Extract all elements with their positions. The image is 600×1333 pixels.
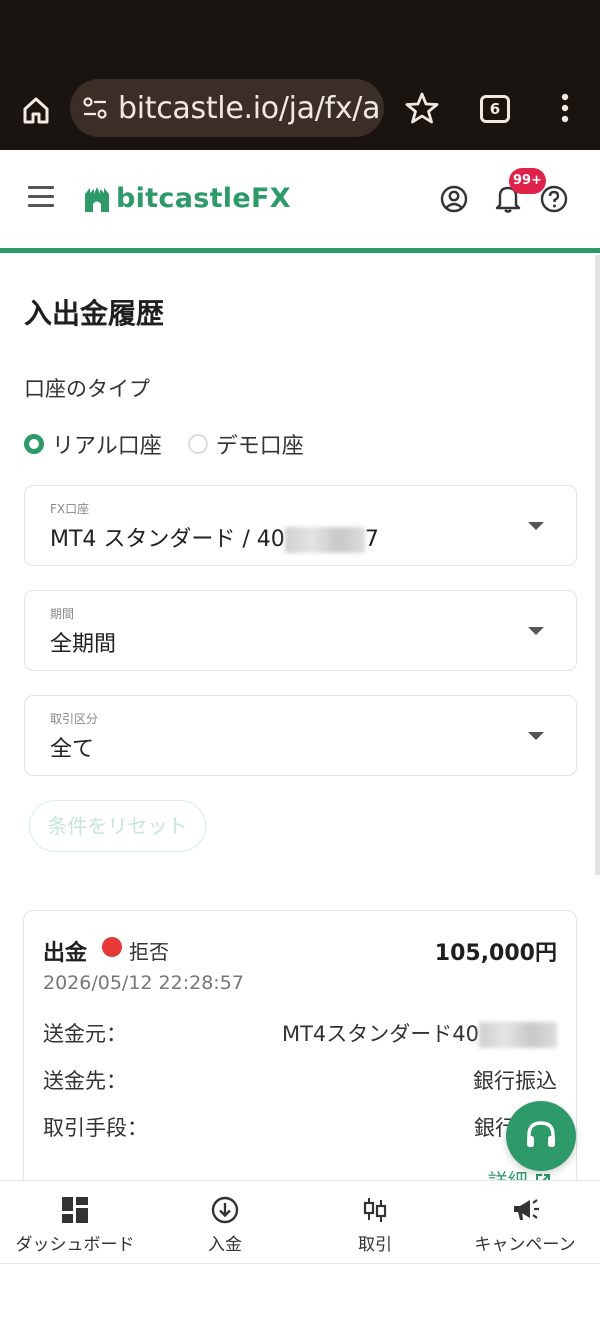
brand-logo[interactable]: bitcastleFX xyxy=(82,178,291,218)
chevron-down-icon xyxy=(528,627,544,635)
candlestick-icon xyxy=(363,1198,387,1222)
nav-deposit-label: 入金 xyxy=(208,1235,242,1255)
chevron-down-icon xyxy=(528,732,544,740)
row-label-source: 送金元： xyxy=(43,1022,127,1046)
browser-toolbar: bitcastle.io/ja/fx/a 6 xyxy=(0,70,600,150)
redacted-account-number xyxy=(479,1022,557,1048)
chevron-down-icon xyxy=(528,522,544,530)
transaction-date: 2026/05/12 22:28:57 xyxy=(43,972,244,994)
header-divider xyxy=(0,248,600,253)
app-header: bitcastleFX 99+ xyxy=(0,150,600,248)
period-label: 期間 xyxy=(50,607,75,621)
period-select[interactable]: 期間 全期間 xyxy=(24,590,577,671)
deposit-icon xyxy=(211,1196,239,1224)
status-dot-icon xyxy=(102,937,122,957)
logo-text: bitcastleFX xyxy=(116,182,291,214)
headset-icon xyxy=(527,1121,555,1147)
row-label-destination: 送金先： xyxy=(43,1069,127,1093)
support-chat-button[interactable] xyxy=(506,1101,576,1171)
radio-demo-label[interactable]: デモ口座 xyxy=(216,428,304,460)
site-settings-icon[interactable] xyxy=(82,96,108,120)
url-text: bitcastle.io/ja/fx/a xyxy=(118,91,381,126)
bookmark-star-icon[interactable] xyxy=(404,90,440,126)
row-value-source: MT4スタンダード40 xyxy=(282,1018,557,1048)
radio-real-account[interactable] xyxy=(24,434,44,454)
nav-campaign[interactable]: キャンペーン xyxy=(450,1181,600,1263)
radio-demo-account[interactable] xyxy=(187,434,208,454)
bottom-navigation: ダッシュボード 入金 取引 キャンペーン xyxy=(0,1180,600,1264)
page-title: 入出金履歴 xyxy=(24,297,165,330)
category-label: 取引区分 xyxy=(50,712,99,726)
row-value-destination: 銀行振込 xyxy=(473,1069,557,1093)
hamburger-menu-icon[interactable] xyxy=(28,186,54,210)
account-type-label: 口座のタイプ xyxy=(24,377,150,401)
home-icon[interactable] xyxy=(18,92,54,128)
transaction-card[interactable]: 出金 拒否 105,000円 2026/05/12 22:28:57 送金元： … xyxy=(23,910,577,1210)
nav-dashboard[interactable]: ダッシュボード xyxy=(0,1181,150,1263)
status-bar xyxy=(0,0,600,70)
category-value: 全て xyxy=(50,737,95,762)
account-icon[interactable] xyxy=(440,185,468,213)
fx-account-label: FX口座 xyxy=(50,502,90,516)
megaphone-icon xyxy=(514,1199,539,1220)
help-icon[interactable] xyxy=(540,185,568,213)
redacted-account-number xyxy=(284,527,365,553)
transaction-amount: 105,000円 xyxy=(434,941,557,966)
nav-trade[interactable]: 取引 xyxy=(300,1181,450,1263)
fx-account-value: MT4 スタンダード / 40 7 xyxy=(50,527,379,553)
category-select[interactable]: 取引区分 全て xyxy=(24,695,577,776)
transaction-type: 出金 xyxy=(43,941,88,966)
nav-deposit[interactable]: 入金 xyxy=(150,1181,300,1263)
fx-account-select[interactable]: FX口座 MT4 スタンダード / 40 7 xyxy=(24,485,577,566)
account-type-radio-group: リアル口座 デモ口座 xyxy=(24,428,330,460)
row-label-method: 取引手段： xyxy=(43,1116,148,1140)
castle-logo-icon xyxy=(85,187,109,212)
tab-switcher-button[interactable]: 6 xyxy=(480,95,510,123)
nav-dashboard-label: ダッシュボード xyxy=(15,1235,135,1255)
nav-trade-label: 取引 xyxy=(358,1235,392,1255)
scrollbar[interactable] xyxy=(595,255,600,875)
nav-campaign-label: キャンペーン xyxy=(474,1235,576,1255)
period-value: 全期間 xyxy=(50,632,117,657)
reset-filters-button[interactable]: 条件をリセット xyxy=(29,800,206,852)
dashboard-icon xyxy=(62,1197,88,1223)
status-badge: 拒否 xyxy=(129,940,169,964)
radio-real-label[interactable]: リアル口座 xyxy=(52,428,162,460)
address-bar[interactable]: bitcastle.io/ja/fx/a xyxy=(70,79,384,137)
more-vert-icon[interactable] xyxy=(550,90,580,126)
